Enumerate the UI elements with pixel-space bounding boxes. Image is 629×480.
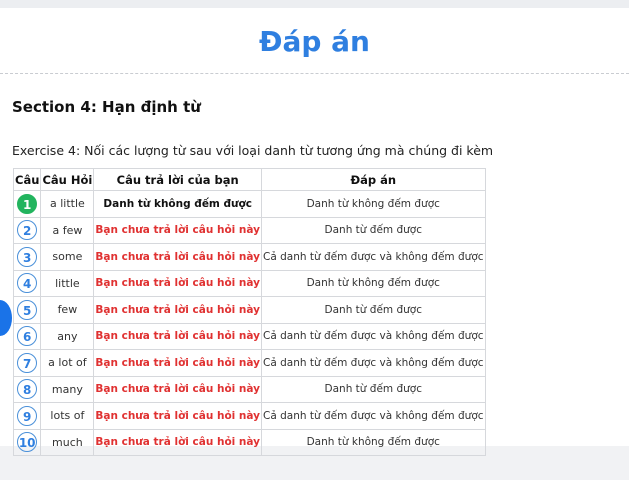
question-cell: any — [40, 322, 95, 350]
answer-card: Đáp án Section 4: Hạn định từ Exercise 4… — [0, 8, 629, 456]
question-cell: little — [40, 269, 95, 297]
col-header-num: Câu — [12, 168, 42, 191]
table-row: 2a few Bạn chưa trả lời câu hỏi này Danh t… — [12, 216, 486, 244]
title-divider — [0, 73, 629, 74]
question-number-badge[interactable]: 7 — [17, 352, 38, 373]
question-number-cell: 3 — [12, 243, 42, 271]
table-row: 3 some Bạn chưa trả lời câu hỏi này Cả danh… — [12, 243, 486, 271]
col-header-question: Câu Hỏi — [40, 168, 95, 191]
your-answer-cell: Danh từ không đếm được — [93, 190, 262, 218]
your-answer-cell: Bạn chưa trả lời câu hỏi này — [93, 375, 262, 403]
question-cell: much — [40, 428, 95, 456]
answer-table: Câu Câu Hỏi Câu trả lời của bạn Đáp án 1… — [12, 168, 486, 456]
table-row: 4 little Bạn chưa trả lời câu hỏi này Danh … — [12, 269, 486, 297]
your-answer-cell: Bạn chưa trả lời câu hỏi này — [93, 349, 262, 377]
table-row: 10 much Bạn chưa trả lời câu hỏi này Danh t… — [12, 428, 486, 456]
question-number-badge[interactable]: 10 — [17, 432, 38, 453]
question-number-badge[interactable]: 1 — [17, 193, 38, 214]
your-answer-cell: Bạn chưa trả lời câu hỏi này — [93, 428, 262, 456]
question-number-cell: 10 — [12, 428, 42, 456]
table-row: 1a little Danh từ không đếm được Danh từ k… — [12, 190, 486, 218]
table-row: 5 few Bạn chưa trả lời câu hỏi này Danh từ … — [12, 296, 486, 324]
col-header-correct-answer: Đáp án — [261, 168, 486, 191]
question-number-badge[interactable]: 5 — [17, 299, 38, 320]
correct-answer-cell: Cả danh từ đếm được và không đếm được — [261, 349, 486, 377]
exercise-instruction: Exercise 4: Nối các lượng từ sau với loạ… — [12, 143, 494, 158]
question-cell: many — [40, 375, 95, 403]
table-header-row: Câu Câu Hỏi Câu trả lời của bạn Đáp án — [12, 168, 486, 191]
table-row: 7a lot of Bạn chưa trả lời câu hỏi này Cả … — [12, 349, 486, 377]
table-row: 8 many Bạn chưa trả lời câu hỏi này Danh từ… — [12, 375, 486, 403]
question-number-cell: 1 — [12, 190, 42, 218]
question-number-cell: 6 — [12, 322, 42, 350]
question-number-cell: 8 — [12, 375, 42, 403]
correct-answer-cell: Cả danh từ đếm được và không đếm được — [261, 322, 486, 350]
question-cell: some — [40, 243, 95, 271]
correct-answer-cell: Danh từ không đếm được — [261, 269, 486, 297]
question-cell: lots of — [40, 402, 95, 430]
question-number-badge[interactable]: 9 — [17, 405, 38, 426]
question-number-badge[interactable]: 8 — [17, 379, 38, 400]
your-answer-cell: Bạn chưa trả lời câu hỏi này — [93, 269, 262, 297]
correct-answer-cell: Danh từ không đếm được — [261, 190, 486, 218]
section-title: Section 4: Hạn định từ — [12, 98, 201, 116]
correct-answer-cell: Danh từ đếm được — [261, 375, 486, 403]
question-number-cell: 4 — [12, 269, 42, 297]
correct-answer-cell: Danh từ đếm được — [261, 296, 486, 324]
table-row: 9 lots of Bạn chưa trả lời câu hỏi này Cả d… — [12, 402, 486, 430]
table-row: 6 any Bạn chưa trả lời câu hỏi này Cả danh … — [12, 322, 486, 350]
question-number-cell: 2 — [12, 216, 42, 244]
question-number-badge[interactable]: 4 — [17, 273, 38, 294]
your-answer-cell: Bạn chưa trả lời câu hỏi này — [93, 243, 262, 271]
correct-answer-cell: Danh từ không đếm được — [261, 428, 486, 456]
question-number-cell: 5 — [12, 296, 42, 324]
question-cell: a little — [40, 190, 95, 218]
question-number-cell: 9 — [12, 402, 42, 430]
correct-answer-cell: Cả danh từ đếm được và không đếm được — [261, 243, 486, 271]
page-title: Đáp án — [259, 25, 370, 58]
question-cell: few — [40, 296, 95, 324]
question-number-badge[interactable]: 6 — [17, 326, 38, 347]
question-number-cell: 7 — [12, 349, 42, 377]
your-answer-cell: Bạn chưa trả lời câu hỏi này — [93, 216, 262, 244]
your-answer-cell: Bạn chưa trả lời câu hỏi này — [93, 322, 262, 350]
question-cell: a lot of — [40, 349, 95, 377]
correct-answer-cell: Cả danh từ đếm được và không đếm được — [261, 402, 486, 430]
correct-answer-cell: Danh từ đếm được — [261, 216, 486, 244]
your-answer-cell: Bạn chưa trả lời câu hỏi này — [93, 296, 262, 324]
question-cell: a few — [40, 216, 95, 244]
your-answer-cell: Bạn chưa trả lời câu hỏi này — [93, 402, 262, 430]
question-number-badge[interactable]: 3 — [17, 246, 38, 267]
question-number-badge[interactable]: 2 — [17, 220, 38, 241]
col-header-your-answer: Câu trả lời của bạn — [93, 168, 262, 191]
top-strip — [0, 0, 629, 8]
